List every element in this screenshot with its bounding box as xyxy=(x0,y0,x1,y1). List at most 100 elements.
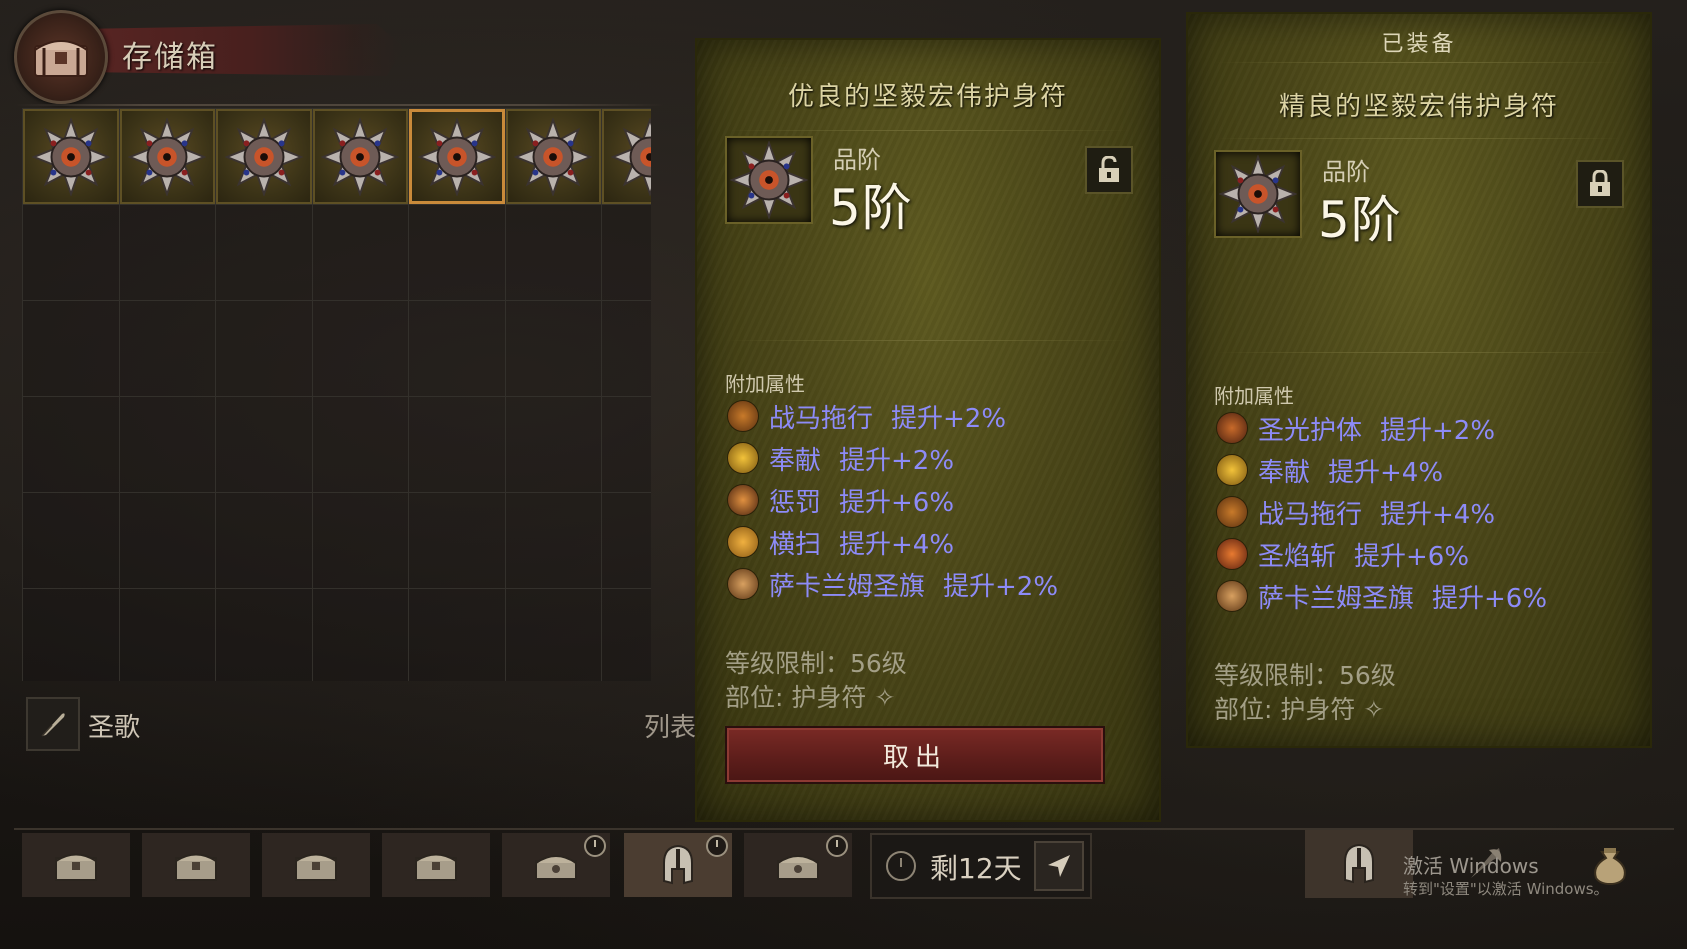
attribute-name: 奉献 xyxy=(769,445,822,476)
timer-clock-icon xyxy=(584,835,606,857)
slot-info: 部位: 护身符 ✧ xyxy=(1214,690,1384,726)
ornate-chest-icon xyxy=(777,855,819,880)
rental-timer: 剩12天 xyxy=(870,833,1092,899)
stash-slot-empty[interactable] xyxy=(409,493,506,589)
devotion-icon xyxy=(727,442,759,474)
attribute-bonus: 提升+6% xyxy=(1354,541,1470,572)
hymn-button[interactable] xyxy=(26,697,80,751)
lock-toggle-button[interactable] xyxy=(1576,160,1624,208)
stash-slot-empty[interactable] xyxy=(312,205,409,301)
stash-tab-5[interactable] xyxy=(502,833,610,897)
stash-slot-empty[interactable] xyxy=(216,493,313,589)
stash-slot-amulet[interactable] xyxy=(312,109,409,205)
amulet-icon xyxy=(128,117,207,196)
equipment-tab-helmet[interactable] xyxy=(1305,830,1413,898)
remaining-days: 剩12天 xyxy=(930,852,1022,885)
stash-slot-amulet[interactable] xyxy=(602,109,651,205)
activation-watermark-hint: 转到"设置"以激活 Windows。 xyxy=(1403,880,1609,898)
item-name: 精良的坚毅宏伟护身符 xyxy=(1278,92,1559,122)
stash-slot-empty[interactable] xyxy=(409,205,506,301)
stash-slot-empty[interactable] xyxy=(505,301,602,397)
attribute-row: 圣焰斩 提升+6% xyxy=(1216,536,1469,572)
stash-tab-4[interactable] xyxy=(382,833,490,897)
stash-slot-empty[interactable] xyxy=(216,589,313,681)
stash-slot-empty[interactable] xyxy=(602,205,651,301)
attribute-row: 萨卡兰姆圣旗 提升+6% xyxy=(1216,578,1547,614)
send-arrow-icon xyxy=(1048,855,1070,877)
attribute-name: 奉献 xyxy=(1258,457,1311,488)
toolbar-divider xyxy=(14,828,1674,830)
take-out-button[interactable]: 取出 xyxy=(725,726,1105,784)
amulet-icon xyxy=(1219,155,1297,233)
stash-slot-amulet-selected[interactable] xyxy=(409,109,506,205)
stash-slot-empty[interactable] xyxy=(602,397,651,493)
stash-slot-empty[interactable] xyxy=(23,397,120,493)
stash-tab-3[interactable] xyxy=(262,833,370,897)
stash-slot-empty[interactable] xyxy=(23,205,120,301)
attribute-bonus: 提升+6% xyxy=(839,487,955,518)
stash-slot-empty[interactable] xyxy=(119,589,216,681)
stash-grid xyxy=(22,108,651,681)
stash-slot-amulet[interactable] xyxy=(505,109,602,205)
attribute-bonus: 提升+2% xyxy=(891,403,1007,434)
stash-slot-empty[interactable] xyxy=(409,589,506,681)
flame-slash-icon xyxy=(1216,538,1248,570)
stash-slot-empty[interactable] xyxy=(216,397,313,493)
stash-slot-empty[interactable] xyxy=(505,205,602,301)
stash-slot-empty[interactable] xyxy=(23,301,120,397)
attribute-bonus: 提升+2% xyxy=(839,445,955,476)
quill-icon xyxy=(41,713,65,737)
amulet-icon xyxy=(514,117,593,196)
helmet-icon xyxy=(663,844,693,885)
chest-icon xyxy=(415,853,457,881)
chest-emblem-icon xyxy=(14,10,108,104)
stash-slot-empty[interactable] xyxy=(602,589,651,681)
stash-slot-empty[interactable] xyxy=(119,301,216,397)
stash-slot-empty[interactable] xyxy=(505,493,602,589)
stash-slot-empty[interactable] xyxy=(119,397,216,493)
attribute-row: 战马拖行 提升+2% xyxy=(727,398,1006,434)
stash-slot-empty[interactable] xyxy=(409,301,506,397)
stash-slot-empty[interactable] xyxy=(119,205,216,301)
amulet-icon xyxy=(224,117,303,196)
stash-header: 存储箱 xyxy=(14,10,414,104)
slot-text: 部位: 护身符 xyxy=(1214,695,1356,724)
list-view-button[interactable]: 列表 xyxy=(644,707,696,744)
stash-slot-empty[interactable] xyxy=(505,589,602,681)
attribute-row: 萨卡兰姆圣旗 提升+2% xyxy=(727,566,1058,602)
stash-slot-amulet[interactable] xyxy=(216,109,313,205)
stash-slot-empty[interactable] xyxy=(409,397,506,493)
stash-banner xyxy=(64,24,404,76)
stash-slot-empty[interactable] xyxy=(312,397,409,493)
stash-slot-empty[interactable] xyxy=(312,589,409,681)
stash-slot-empty[interactable] xyxy=(602,301,651,397)
stash-tab-6-active[interactable] xyxy=(624,833,732,897)
stash-tab-7[interactable] xyxy=(744,833,852,897)
attribute-row: 奉献 提升+4% xyxy=(1216,452,1443,488)
stash-slot-empty[interactable] xyxy=(312,493,409,589)
devotion-icon xyxy=(1216,454,1248,486)
stash-slot-empty[interactable] xyxy=(216,205,313,301)
level-requirement: 等级限制：56级 xyxy=(1214,661,1396,690)
attributes-header: 附加属性 xyxy=(725,372,805,396)
stash-slot-empty[interactable] xyxy=(23,589,120,681)
stash-slot-amulet[interactable] xyxy=(119,109,216,205)
stash-slot-empty[interactable] xyxy=(602,493,651,589)
timer-clock-icon xyxy=(706,835,728,857)
attribute-name: 萨卡兰姆圣旗 xyxy=(769,571,926,602)
stash-slot-empty[interactable] xyxy=(312,301,409,397)
send-button[interactable] xyxy=(1034,841,1084,891)
stash-tab-1[interactable] xyxy=(22,833,130,897)
amulet-icon xyxy=(31,117,110,196)
attribute-bonus: 提升+4% xyxy=(839,529,955,560)
panel-divider xyxy=(1216,138,1622,139)
hymn-label: 圣歌 xyxy=(88,713,141,743)
stash-slot-empty[interactable] xyxy=(505,397,602,493)
stash-slot-empty[interactable] xyxy=(119,493,216,589)
stash-slot-empty[interactable] xyxy=(216,301,313,397)
stash-tab-2[interactable] xyxy=(142,833,250,897)
lock-toggle-button[interactable] xyxy=(1085,146,1133,194)
horse-drag-icon xyxy=(727,400,759,432)
stash-slot-empty[interactable] xyxy=(23,493,120,589)
stash-slot-amulet[interactable] xyxy=(23,109,120,205)
